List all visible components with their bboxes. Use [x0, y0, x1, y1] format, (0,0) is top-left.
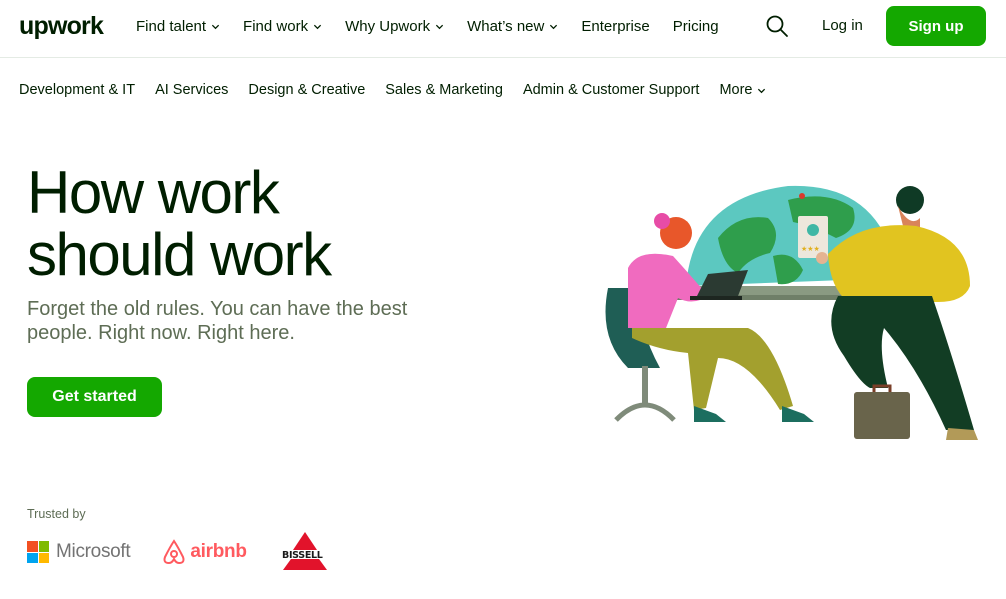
- upwork-logo[interactable]: upwork: [19, 12, 104, 41]
- airbnb-belo-icon: [163, 539, 185, 565]
- hero-title-line-2: should work: [27, 221, 332, 288]
- svg-text:★★★: ★★★: [801, 245, 820, 253]
- nav-pricing[interactable]: Pricing: [673, 18, 719, 35]
- trusted-logos: Microsoft airbnb BISSELL: [27, 532, 337, 572]
- top-nav: upwork Find talent Find work Why Upwork …: [0, 0, 1006, 58]
- main-nav: Find talent Find work Why Upwork What’s …: [136, 0, 742, 52]
- hero-illustration: ★★★: [605, 185, 978, 440]
- microsoft-wordmark: Microsoft: [56, 541, 131, 562]
- nav-label: What’s new: [467, 17, 545, 35]
- category-development-it[interactable]: Development & IT: [19, 82, 135, 98]
- nav-label: Why Upwork: [345, 17, 431, 35]
- chevron-down-icon: [758, 88, 766, 93]
- microsoft-logo: Microsoft: [27, 541, 131, 563]
- nav-why-upwork[interactable]: Why Upwork: [345, 18, 444, 35]
- get-started-button[interactable]: Get started: [27, 377, 162, 417]
- chevron-down-icon: [550, 24, 558, 29]
- signup-button[interactable]: Sign up: [886, 6, 986, 46]
- category-more[interactable]: More: [719, 82, 766, 98]
- nav-label: Pricing: [672, 17, 719, 35]
- bissell-wordmark: BISSELL: [282, 550, 323, 561]
- chevron-down-icon: [313, 24, 322, 29]
- login-link[interactable]: Log in: [822, 17, 863, 34]
- category-sales-marketing[interactable]: Sales & Marketing: [385, 82, 503, 98]
- more-label: More: [719, 82, 753, 98]
- bissell-logo-mark: BISSELL: [280, 532, 335, 570]
- search-icon[interactable]: [765, 14, 789, 38]
- nav-label: Find talent: [136, 17, 207, 35]
- category-design-creative[interactable]: Design & Creative: [248, 82, 365, 98]
- hero-title-line-1: How work: [27, 159, 280, 226]
- category-ai-services[interactable]: AI Services: [155, 82, 228, 98]
- chevron-down-icon: [435, 24, 444, 29]
- nav-whats-new[interactable]: What’s new: [467, 18, 558, 35]
- microsoft-grid-icon: [27, 541, 49, 563]
- trusted-by-label: Trusted by: [27, 507, 86, 521]
- category-admin-support[interactable]: Admin & Customer Support: [523, 82, 700, 98]
- airbnb-logo: airbnb: [162, 539, 247, 565]
- hero-title: How work should work: [27, 162, 467, 286]
- nav-label: Enterprise: [581, 17, 650, 35]
- nav-find-talent[interactable]: Find talent: [136, 18, 220, 35]
- nav-find-work[interactable]: Find work: [243, 18, 322, 35]
- category-nav: Development & IT AI Services Design & Cr…: [19, 82, 786, 98]
- nav-label: Find work: [243, 17, 309, 35]
- nav-enterprise[interactable]: Enterprise: [581, 18, 649, 35]
- airbnb-wordmark: airbnb: [190, 541, 247, 562]
- bissell-logo: BISSELL: [279, 532, 337, 572]
- chevron-down-icon: [211, 24, 220, 29]
- hero-subtitle: Forget the old rules. You can have the b…: [27, 298, 408, 344]
